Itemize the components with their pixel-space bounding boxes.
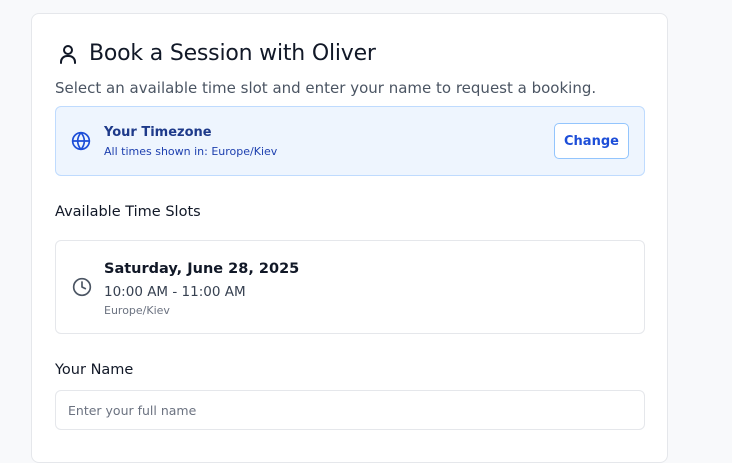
name-input[interactable]: [55, 390, 645, 430]
page-subtitle: Select an available time slot and enter …: [55, 79, 597, 97]
booking-card: Book a Session with Oliver Select an ava…: [31, 13, 668, 463]
clock-icon: [72, 277, 92, 301]
timezone-description: All times shown in: Europe/Kiev: [104, 145, 278, 158]
timezone-panel: Your Timezone All times shown in: Europe…: [55, 106, 645, 176]
page-title: Book a Session with Oliver: [89, 41, 376, 66]
change-timezone-button[interactable]: Change: [554, 123, 629, 159]
slot-timezone: Europe/Kiev: [104, 304, 170, 317]
globe-icon: [71, 131, 91, 155]
timezone-title: Your Timezone: [104, 125, 212, 140]
time-slot-card[interactable]: Saturday, June 28, 2025 10:00 AM - 11:00…: [55, 240, 645, 334]
page-header: Book a Session with Oliver: [56, 41, 376, 66]
name-field-label: Your Name: [55, 362, 134, 378]
user-icon: [56, 42, 80, 66]
slot-time-range: 10:00 AM - 11:00 AM: [104, 284, 246, 300]
slot-date: Saturday, June 28, 2025: [104, 261, 300, 277]
time-slots-heading: Available Time Slots: [55, 204, 201, 220]
